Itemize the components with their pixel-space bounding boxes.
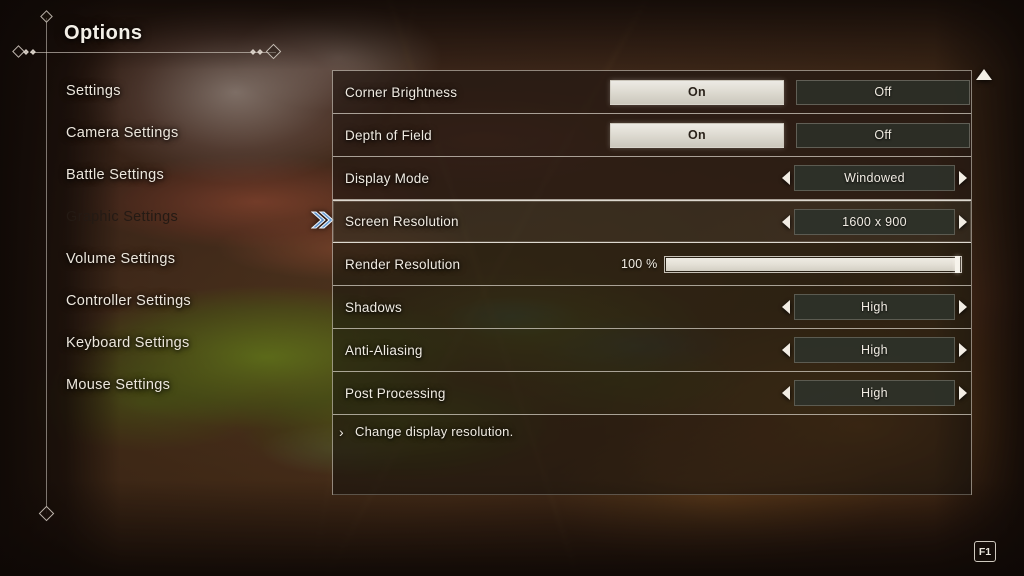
setting-row-shadows[interactable]: Shadows High — [333, 286, 971, 329]
setting-row-anti-aliasing[interactable]: Anti-Aliasing High — [333, 329, 971, 372]
setting-row-screen-resolution[interactable]: Screen Resolution 1600 x 900 — [333, 200, 971, 243]
value-stepper: High — [782, 337, 967, 363]
sidebar-item-mouse-settings[interactable]: Mouse Settings — [0, 364, 330, 406]
slider-value-label: 100 % — [621, 257, 658, 271]
setting-label: Corner Brightness — [345, 84, 458, 100]
chevron-right-icon[interactable] — [959, 214, 967, 229]
chevron-right-icon[interactable] — [959, 300, 967, 314]
graphic-settings-panel: Corner Brightness On Off Depth of Field On Of… — [332, 70, 972, 495]
value-stepper: High — [782, 294, 967, 320]
setting-row-render-resolution[interactable]: Render Resolution 100 % — [333, 243, 971, 286]
sidebar-item-volume-settings[interactable]: Volume Settings — [0, 238, 330, 280]
setting-row-corner-brightness[interactable]: Corner Brightness On Off — [333, 71, 971, 114]
game-options-screen: Options Settings Camera Settings Battle Se… — [0, 0, 1024, 576]
setting-label: Display Mode — [345, 170, 430, 186]
sidebar-item-camera-settings[interactable]: Camera Settings — [0, 112, 330, 154]
sidebar-item-keyboard-settings[interactable]: Keyboard Settings — [0, 322, 330, 364]
sidebar-item-label: Battle Settings — [66, 167, 164, 183]
chevron-left-icon[interactable] — [782, 343, 790, 357]
chevron-left-icon[interactable] — [782, 300, 790, 314]
key-hint-f1[interactable]: F1 — [974, 541, 996, 562]
toggle-group: On Off — [610, 122, 970, 148]
page-title: Options — [64, 22, 143, 44]
sidebar-item-controller-settings[interactable]: Controller Settings — [0, 280, 330, 322]
scroll-up-arrow-icon[interactable] — [976, 69, 992, 80]
setting-label: Anti-Aliasing — [345, 342, 423, 358]
stepper-value[interactable]: High — [794, 380, 955, 406]
setting-label: Post Processing — [345, 385, 446, 401]
slider-handle[interactable] — [955, 255, 961, 273]
setting-row-post-processing[interactable]: Post Processing High — [333, 372, 971, 415]
setting-row-display-mode[interactable]: Display Mode Windowed — [333, 157, 971, 200]
sidebar-item-label: Controller Settings — [66, 293, 191, 309]
sidebar-item-label: Settings — [66, 83, 121, 99]
chevron-left-icon[interactable] — [782, 171, 790, 185]
stepper-value[interactable]: 1600 x 900 — [794, 208, 955, 235]
value-stepper: High — [782, 380, 967, 406]
options-category-sidebar: Settings Camera Settings Battle Settings Gr… — [0, 70, 330, 406]
sidebar-item-label: Keyboard Settings — [66, 335, 190, 351]
setting-label: Depth of Field — [345, 127, 432, 143]
chevron-right-icon[interactable] — [959, 171, 967, 185]
sidebar-item-graphic-settings[interactable]: Graphic Settings — [0, 196, 330, 238]
setting-description-text: Change display resolution. — [355, 424, 514, 439]
toggle-option-off[interactable]: Off — [796, 79, 970, 105]
sidebar-item-settings[interactable]: Settings — [0, 70, 330, 112]
chevron-right-icon[interactable] — [959, 386, 967, 400]
setting-label: Shadows — [345, 299, 402, 315]
sidebar-item-battle-settings[interactable]: Battle Settings — [0, 154, 330, 196]
value-stepper: 1600 x 900 — [782, 208, 967, 235]
toggle-option-on[interactable]: On — [610, 122, 784, 148]
chevron-left-icon[interactable] — [782, 386, 790, 400]
setting-row-depth-of-field[interactable]: Depth of Field On Off — [333, 114, 971, 157]
toggle-option-off[interactable]: Off — [796, 122, 970, 148]
chevron-right-icon[interactable] — [959, 343, 967, 357]
slider-track[interactable] — [664, 255, 963, 273]
header-divider-rule — [30, 52, 276, 53]
slider-control[interactable]: 100 % — [621, 255, 963, 273]
sidebar-item-label: Graphic Settings — [66, 209, 178, 225]
sidebar-item-label: Volume Settings — [66, 251, 176, 267]
sidebar-item-label: Camera Settings — [66, 125, 179, 141]
toggle-option-on[interactable]: On — [610, 79, 784, 105]
stepper-value[interactable]: Windowed — [794, 165, 955, 191]
setting-label: Render Resolution — [345, 256, 461, 272]
toggle-group: On Off — [610, 79, 970, 105]
chevron-right-icon: › — [339, 424, 344, 440]
stepper-value[interactable]: High — [794, 294, 955, 320]
stepper-value[interactable]: High — [794, 337, 955, 363]
chevron-left-icon[interactable] — [782, 214, 790, 229]
value-stepper: Windowed — [782, 165, 967, 191]
sidebar-item-label: Mouse Settings — [66, 377, 171, 393]
top-vignette — [0, 0, 1024, 70]
setting-label: Screen Resolution — [345, 214, 459, 229]
slider-fill — [666, 257, 956, 271]
setting-description-area: › Change display resolution. — [333, 415, 971, 495]
